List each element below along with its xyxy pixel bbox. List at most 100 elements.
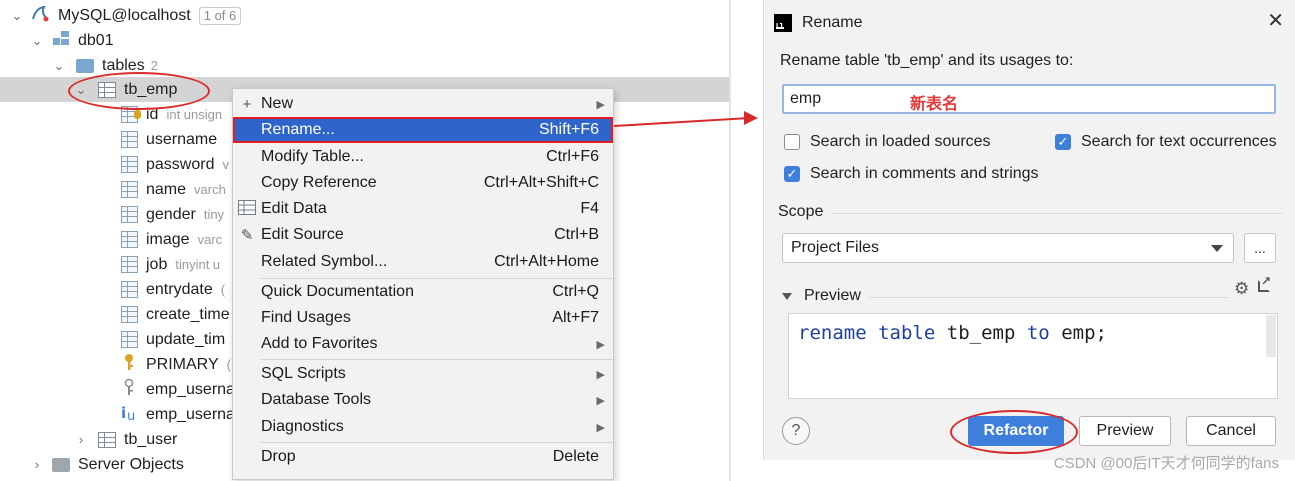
menu-item-database-tools[interactable]: Database Tools ▶ <box>233 387 613 413</box>
column-name: update_tim <box>146 330 226 348</box>
column-icon <box>121 306 138 323</box>
submenu-arrow-icon: ▶ <box>596 421 605 434</box>
svg-text:u: u <box>127 409 135 421</box>
menu-item-sql-scripts[interactable]: SQL Scripts ▶ <box>233 361 613 387</box>
scope-more-button[interactable]: ... <box>1244 233 1276 263</box>
annotation-ellipse-refactor <box>950 410 1078 454</box>
menu-item-shortcut: Shift+F6 <box>538 121 599 138</box>
menu-item-shortcut: Ctrl+Alt+Home <box>494 253 599 270</box>
chevron-right-icon[interactable]: › <box>30 457 44 472</box>
menu-item-label: Related Symbol... <box>261 253 388 270</box>
column-icon <box>121 331 138 348</box>
menu-item-copy-reference[interactable]: Copy Reference Ctrl+Alt+Shift+C <box>233 170 613 196</box>
help-button[interactable]: ? <box>782 417 810 445</box>
unique-index-icon: iu <box>121 403 138 426</box>
svg-text:i: i <box>121 404 126 421</box>
rename-prompt: Rename table 'tb_emp' and its usages to: <box>780 52 1074 69</box>
search-loaded-sources-checkbox[interactable]: Search in loaded sources <box>784 133 991 151</box>
menu-item-add-to-favorites[interactable]: Add to Favorites ▶ <box>233 331 613 357</box>
menu-separator <box>261 359 613 360</box>
watermark-text: CSDN @00后IT天才何同学的fans <box>1053 455 1279 472</box>
new-name-value: emp <box>790 90 822 107</box>
chevron-right-icon[interactable]: › <box>74 432 88 447</box>
menu-item-label: Copy Reference <box>261 174 377 191</box>
annotation-new-table-name: 新表名 <box>910 96 959 113</box>
menu-item-modify-table[interactable]: Modify Table... Ctrl+F6 <box>233 144 613 170</box>
panel-divider <box>729 0 731 481</box>
index-key-icon <box>121 378 138 401</box>
search-comments-checkbox[interactable]: ✓ Search in comments and strings <box>784 165 1039 183</box>
menu-item-new[interactable]: + New ▶ <box>233 91 613 117</box>
preview-section-toggle[interactable]: Preview <box>782 287 861 305</box>
preview-section-label: Preview <box>804 287 861 304</box>
close-icon[interactable]: ✕ <box>1267 10 1284 32</box>
server-objects-label: Server Objects <box>78 455 184 473</box>
column-type-hint: v <box>222 157 229 172</box>
column-type-hint: tiny <box>203 207 225 222</box>
column-name: username <box>146 130 218 148</box>
chevron-down-icon[interactable]: ⌄ <box>10 8 24 24</box>
column-type-hint: int unsign <box>166 107 223 122</box>
plus-icon: + <box>242 95 252 113</box>
tree-row-database[interactable]: ⌄ db01 <box>0 28 730 53</box>
menu-item-related-symbol[interactable]: Related Symbol... Ctrl+Alt+Home <box>233 249 613 275</box>
chevron-down-icon[interactable]: ⌄ <box>52 58 66 74</box>
primary-key-icon <box>121 353 138 376</box>
folder-icon <box>52 457 70 472</box>
cancel-button[interactable]: Cancel <box>1186 416 1276 446</box>
scope-select[interactable]: Project Files <box>782 233 1234 263</box>
folder-icon <box>76 58 94 73</box>
checkbox-unchecked-icon <box>784 134 800 150</box>
column-icon <box>121 206 138 223</box>
column-name: create_time <box>146 305 230 323</box>
column-name: password <box>146 155 215 173</box>
checkbox-checked-icon: ✓ <box>784 166 800 182</box>
column-name: gender <box>146 205 196 223</box>
menu-item-edit-data[interactable]: Edit Data F4 <box>233 196 613 222</box>
preview-button[interactable]: Preview <box>1079 416 1171 446</box>
menu-item-label: Edit Data <box>261 200 327 217</box>
new-name-input[interactable]: emp 新表名 <box>782 84 1276 114</box>
intellij-app-icon: IJ <box>774 14 792 32</box>
tree-row-connection[interactable]: ⌄ MySQL@localhost 1 of 6 <box>0 3 730 28</box>
connection-count-badge: 1 of 6 <box>198 6 242 25</box>
table-grid-icon <box>233 199 261 219</box>
column-type-hint: varch <box>194 182 226 197</box>
key-name: emp_userna <box>146 380 235 398</box>
chevron-down-icon[interactable]: ⌄ <box>30 33 44 49</box>
menu-item-rename[interactable]: Rename... Shift+F6 <box>233 117 613 143</box>
sql-preview-area[interactable]: rename table tb_emp to emp; <box>788 313 1278 399</box>
menu-item-label: Drop <box>261 448 296 465</box>
menu-item-edit-source[interactable]: ✎ Edit Source Ctrl+B <box>233 222 613 248</box>
column-icon <box>121 131 138 148</box>
column-name: entrydate <box>146 280 213 298</box>
search-text-occurrences-checkbox[interactable]: ✓ Search for text occurrences <box>1055 133 1277 151</box>
scope-value: Project Files <box>791 239 880 256</box>
submenu-arrow-icon: ▶ <box>596 338 605 351</box>
menu-item-drop[interactable]: Drop Delete <box>233 444 613 470</box>
menu-item-shortcut: Ctrl+B <box>554 226 599 243</box>
table-label: tb_user <box>124 430 178 448</box>
column-icon <box>121 281 138 298</box>
sql-preview-code: rename table tb_emp to emp; <box>798 322 1107 344</box>
menu-item-quick-documentation[interactable]: Quick Documentation Ctrl+Q <box>233 279 613 305</box>
column-icon <box>121 181 138 198</box>
database-icon <box>52 30 70 51</box>
sql-identifier: tb_emp <box>946 322 1016 344</box>
popout-icon[interactable] <box>1258 274 1271 292</box>
submenu-arrow-icon: ▶ <box>596 368 605 381</box>
key-name: emp_userna <box>146 405 235 423</box>
sql-keyword: table <box>878 322 936 344</box>
menu-item-find-usages[interactable]: Find Usages Alt+F7 <box>233 305 613 331</box>
sql-identifier: emp; <box>1061 322 1107 344</box>
gear-icon[interactable]: ⚙ <box>1234 279 1249 299</box>
checkbox-label: Search for text occurrences <box>1081 133 1277 150</box>
scrollbar[interactable] <box>1266 315 1276 357</box>
menu-item-label: Quick Documentation <box>261 283 414 300</box>
rename-dialog: IJ Rename ✕ Rename table 'tb_emp' and it… <box>763 0 1295 460</box>
table-icon <box>98 431 116 448</box>
context-menu: + New ▶ Rename... Shift+F6 Modify Table.… <box>232 88 614 480</box>
menu-item-diagnostics[interactable]: Diagnostics ▶ <box>233 414 613 440</box>
checkbox-checked-icon: ✓ <box>1055 134 1071 150</box>
menu-item-label: Find Usages <box>261 309 351 326</box>
